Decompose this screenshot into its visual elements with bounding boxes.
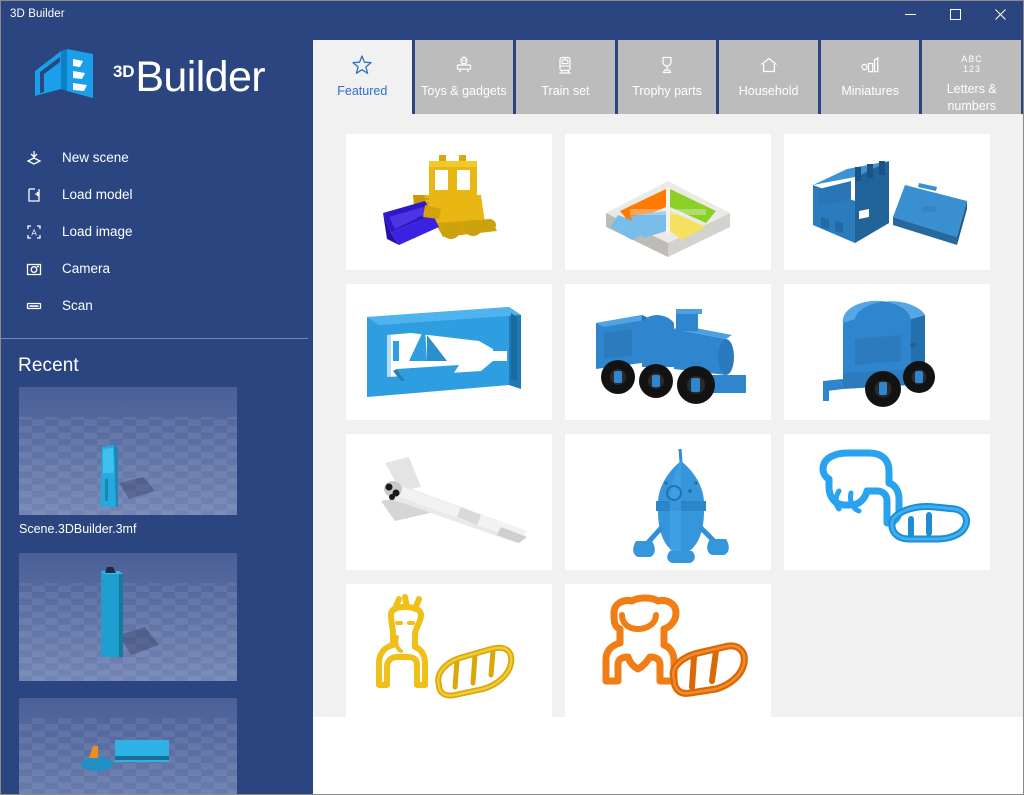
gallery-card-windows-tray[interactable] <box>565 134 771 270</box>
title-bar: 3D Builder <box>1 1 1023 27</box>
logo-wordmark: Builder <box>135 52 265 101</box>
abc-123-icon: ABC 123 <box>955 52 989 76</box>
caption-buttons <box>888 1 1023 27</box>
sidebar-item-new-scene[interactable]: New scene <box>1 139 308 176</box>
train-icon <box>554 52 576 78</box>
app-branding: 3D Builder <box>1 27 308 125</box>
tab-household[interactable]: Household <box>719 40 818 114</box>
recent-item-name: Scene.3DBuilder.3mf <box>19 522 137 536</box>
tab-label: Letters & numbers <box>946 82 997 113</box>
tab-label: Featured <box>337 84 388 98</box>
model-gallery <box>308 134 1023 717</box>
star-icon <box>351 52 373 78</box>
recent-thumbnail[interactable] <box>19 698 237 794</box>
recent-thumbnail[interactable] <box>19 553 237 681</box>
sidebar: 3D Builder New scene Load model A Load i… <box>1 27 308 794</box>
tab-trophy-parts[interactable]: Trophy parts <box>617 40 717 114</box>
minimize-button[interactable] <box>888 1 933 27</box>
house-icon <box>758 52 780 78</box>
close-button[interactable] <box>978 1 1023 27</box>
gallery-card-space-shuttle[interactable] <box>346 434 552 570</box>
tab-label: Miniatures <box>841 84 900 98</box>
sidebar-item-label: Load image <box>62 224 133 239</box>
panel-left-edge <box>308 27 313 794</box>
window-title: 3D Builder <box>10 8 65 20</box>
gallery-scroll-area[interactable] <box>308 114 1023 717</box>
sidebar-item-load-image[interactable]: A Load image <box>1 213 308 250</box>
tab-miniatures[interactable]: Miniatures <box>820 40 920 114</box>
sidebar-item-label: Load model <box>62 187 133 202</box>
tab-featured[interactable]: Featured <box>313 40 412 114</box>
load-model-icon <box>19 184 49 206</box>
gallery-card-electronics-case[interactable] <box>784 134 990 270</box>
tab-letters-numbers[interactable]: ABC 123 Letters & numbers <box>922 40 1022 114</box>
load-image-icon: A <box>19 221 49 243</box>
recent-heading: Recent <box>18 355 79 376</box>
sidebar-menu: New scene Load model A Load image Camera… <box>1 125 308 324</box>
sidebar-item-scan[interactable]: Scan <box>1 287 308 324</box>
svg-text:ABC: ABC <box>961 54 983 64</box>
svg-text:123: 123 <box>963 64 981 74</box>
camera-icon <box>19 258 49 280</box>
tab-train-set[interactable]: Train set <box>516 40 615 114</box>
trophy-icon <box>656 52 678 78</box>
gallery-card-giraffe-cutter[interactable] <box>346 584 552 717</box>
gallery-card-train-wagon[interactable] <box>784 284 990 420</box>
sidebar-item-load-model[interactable]: Load model <box>1 176 308 213</box>
scan-icon <box>19 295 49 317</box>
recent-item[interactable] <box>19 698 308 794</box>
gallery-card-ship-bottle-plaque[interactable] <box>346 284 552 420</box>
app-window: 3D Builder 3D Builder New scene Load mod… <box>0 0 1024 795</box>
3d-builder-logo-icon <box>31 45 103 107</box>
svg-text:A: A <box>31 228 37 237</box>
logo-superscript: 3D <box>113 61 135 81</box>
main-panel: Featured Toys & gadgets Train set Trophy… <box>308 27 1023 794</box>
sidebar-item-label: New scene <box>62 150 129 165</box>
sidebar-item-label: Scan <box>62 298 93 313</box>
recent-thumbnail[interactable] <box>19 387 237 515</box>
gallery-card-elephant-cutter[interactable] <box>784 434 990 570</box>
sidebar-item-camera[interactable]: Camera <box>1 250 308 287</box>
robot-icon <box>453 52 475 78</box>
tab-label: Train set <box>541 84 590 98</box>
category-tab-bar: Featured Toys & gadgets Train set Trophy… <box>308 27 1023 114</box>
recent-item[interactable] <box>19 553 308 681</box>
recent-list: Scene.3DBuilder.3mf <box>1 387 308 794</box>
tab-label: Toys & gadgets <box>421 84 507 98</box>
tab-label: Trophy parts <box>632 84 702 98</box>
gallery-card-bear-cutter[interactable] <box>565 584 771 717</box>
miniatures-icon <box>858 52 882 78</box>
tab-toys-gadgets[interactable]: Toys & gadgets <box>414 40 514 114</box>
footer-strip <box>308 717 1023 794</box>
gallery-card-retro-rocket[interactable] <box>565 434 771 570</box>
wordmark: 3D Builder <box>113 52 266 101</box>
recent-item[interactable]: Scene.3DBuilder.3mf <box>19 387 308 536</box>
tab-label: Household <box>738 84 799 98</box>
sidebar-item-label: Camera <box>62 261 111 276</box>
gallery-card-locomotive[interactable] <box>565 284 771 420</box>
window-body: 3D Builder New scene Load model A Load i… <box>1 27 1023 794</box>
gallery-card-bulldozer[interactable] <box>346 134 552 270</box>
new-scene-icon <box>19 147 49 169</box>
maximize-button[interactable] <box>933 1 978 27</box>
